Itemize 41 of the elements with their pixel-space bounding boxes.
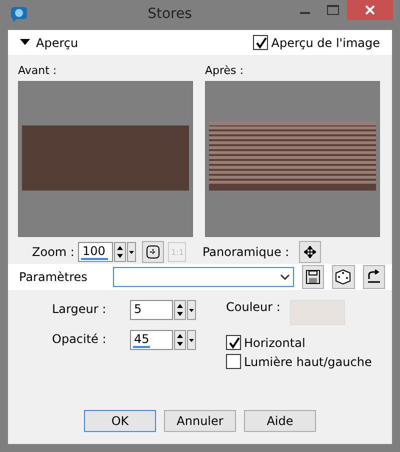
pan-label: Panoramique :: [202, 245, 290, 259]
close-button[interactable]: [346, 0, 393, 20]
floppy-icon: [305, 269, 322, 285]
spin-arrows-icon[interactable]: [174, 300, 186, 320]
presets-dropdown[interactable]: [113, 267, 294, 287]
fit-button[interactable]: [142, 241, 164, 263]
color-label: Couleur :: [226, 300, 280, 314]
checkbox[interactable]: [253, 35, 268, 50]
spin-arrows-icon[interactable]: [174, 330, 186, 350]
app-icon: [10, 6, 28, 22]
save-button[interactable]: [302, 265, 324, 289]
window-title: Stores: [146, 6, 192, 22]
number-field[interactable]: 45: [130, 330, 173, 350]
close-icon: [364, 4, 376, 16]
move-icon: [304, 246, 316, 258]
number-field[interactable]: 5: [130, 300, 173, 320]
dialog-button[interactable]: OK: [84, 410, 156, 432]
collapse-triangle-icon: [20, 39, 30, 46]
checkbox[interactable]: [226, 335, 241, 350]
checkbox-label: Aperçu de l'image: [271, 36, 380, 50]
checkbox-label: Lumière haut/gauche: [244, 354, 372, 368]
fit-frame-icon: [145, 244, 162, 260]
randomize-button[interactable]: [332, 265, 355, 289]
zoom-field[interactable]: 100: [78, 242, 114, 262]
after-label: Après :: [205, 64, 244, 77]
spin-arrows-icon[interactable]: [114, 242, 126, 262]
setting-label: Opacité :: [52, 331, 108, 346]
dialog-button[interactable]: Annuler: [164, 410, 236, 432]
dice-icon: [335, 269, 352, 285]
pan-button[interactable]: [299, 241, 322, 263]
caret-icon: [280, 274, 290, 280]
checkbox-label: Horizontal: [244, 336, 306, 350]
zoom-label: Zoom :: [32, 245, 74, 259]
dialog-button[interactable]: Aide: [244, 410, 316, 432]
reset-button[interactable]: [362, 265, 385, 289]
checkbox[interactable]: [226, 354, 241, 369]
presets-label: Paramètres: [19, 270, 88, 284]
setting-label: Largeur :: [52, 301, 108, 316]
preview-expander[interactable]: Aperçu: [20, 36, 78, 50]
reset-arrow-icon: [366, 269, 382, 285]
before-label: Avant :: [18, 64, 58, 77]
